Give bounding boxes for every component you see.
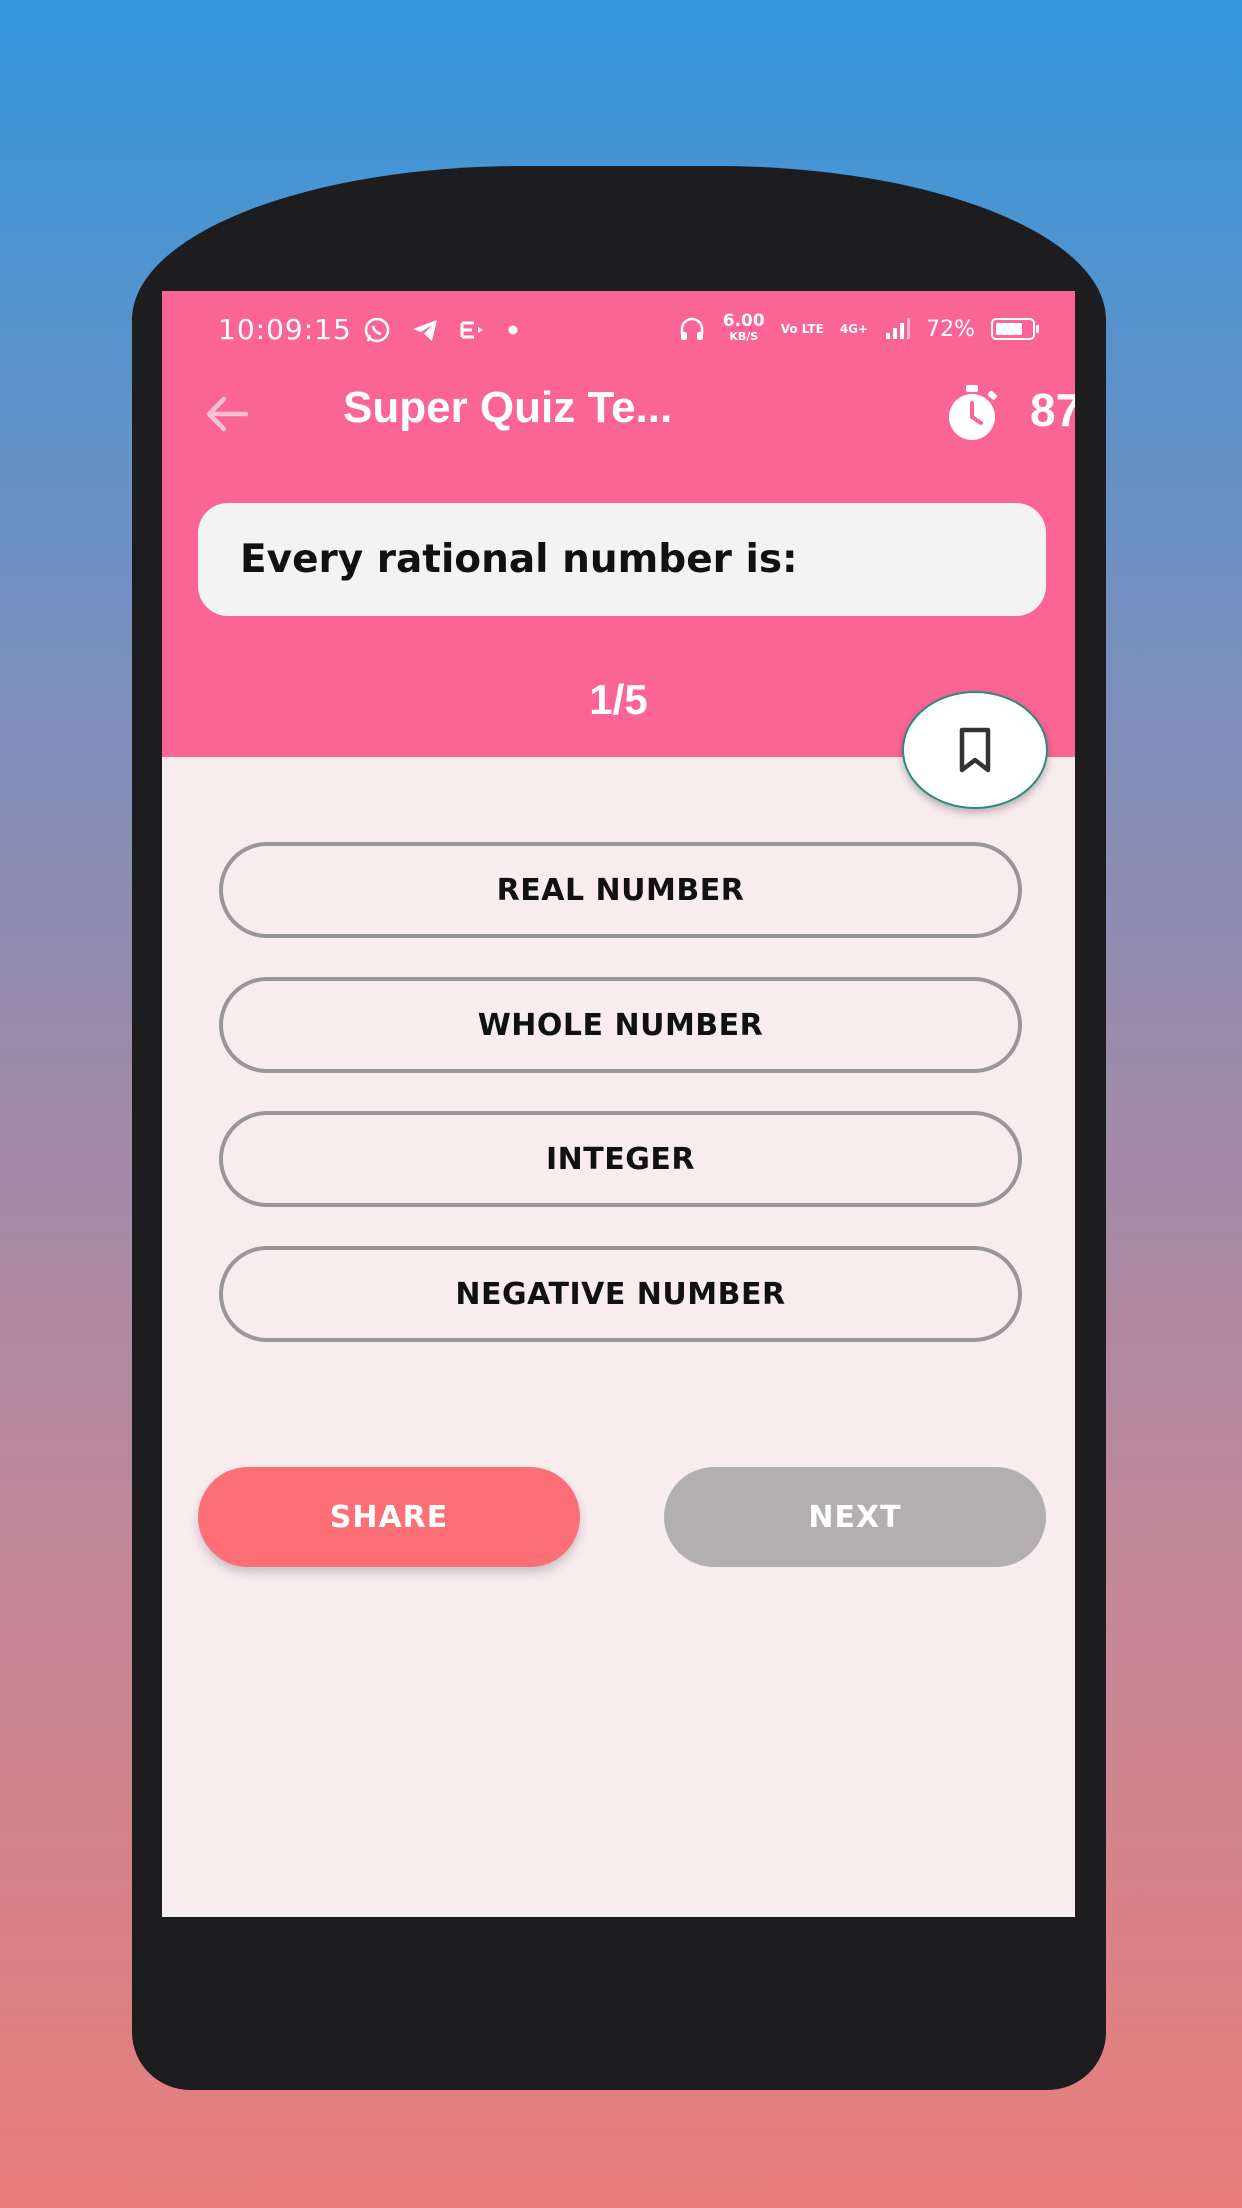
network-speed-value: 6.00 [722, 311, 765, 331]
status-system-icons: 6.00 KB/S Vo LTE 4G+ 72% [677, 313, 1039, 345]
signal-icon [886, 318, 911, 339]
whatsapp-icon [364, 317, 390, 343]
option-button-2[interactable]: WHOLE NUMBER [219, 977, 1022, 1073]
status-time: 10:09:15 [218, 313, 352, 346]
network-speed-unit: KB/S [729, 330, 759, 343]
headphones-icon [680, 317, 704, 340]
stopwatch-icon [949, 385, 997, 440]
bookmark-icon [959, 727, 991, 773]
battery-icon [991, 318, 1039, 340]
question-card: Every rational number is: [198, 503, 1046, 616]
telegram-icon [413, 320, 437, 341]
status-bar: 10:09:15 6.00 KB/S Vo LTE 4G+ 72% [162, 291, 1075, 369]
network-speed: 6.00 KB/S [723, 313, 765, 345]
status-notification-icons [362, 315, 520, 345]
app-screen: 10:09:15 6.00 KB/S Vo LTE 4G+ 72% Super … [162, 291, 1075, 1917]
question-text: Every rational number is: [240, 537, 798, 582]
toolbar-title: Super Quiz Te... [343, 383, 673, 432]
back-arrow-icon[interactable] [202, 389, 252, 439]
battery-percent: 72% [926, 316, 975, 342]
option-button-3[interactable]: INTEGER [219, 1111, 1022, 1207]
timer-count: 87 [1030, 384, 1075, 436]
share-button[interactable]: SHARE [198, 1467, 580, 1567]
volte-indicator: Vo LTE [780, 322, 824, 336]
next-button[interactable]: NEXT [664, 1467, 1046, 1567]
signal-type: 4G+ [839, 322, 869, 336]
dot-icon [508, 325, 518, 335]
option-button-4[interactable]: NEGATIVE NUMBER [219, 1246, 1022, 1342]
notification-icon [460, 321, 483, 339]
bookmark-button[interactable] [902, 691, 1048, 809]
option-button-1[interactable]: REAL NUMBER [219, 842, 1022, 938]
